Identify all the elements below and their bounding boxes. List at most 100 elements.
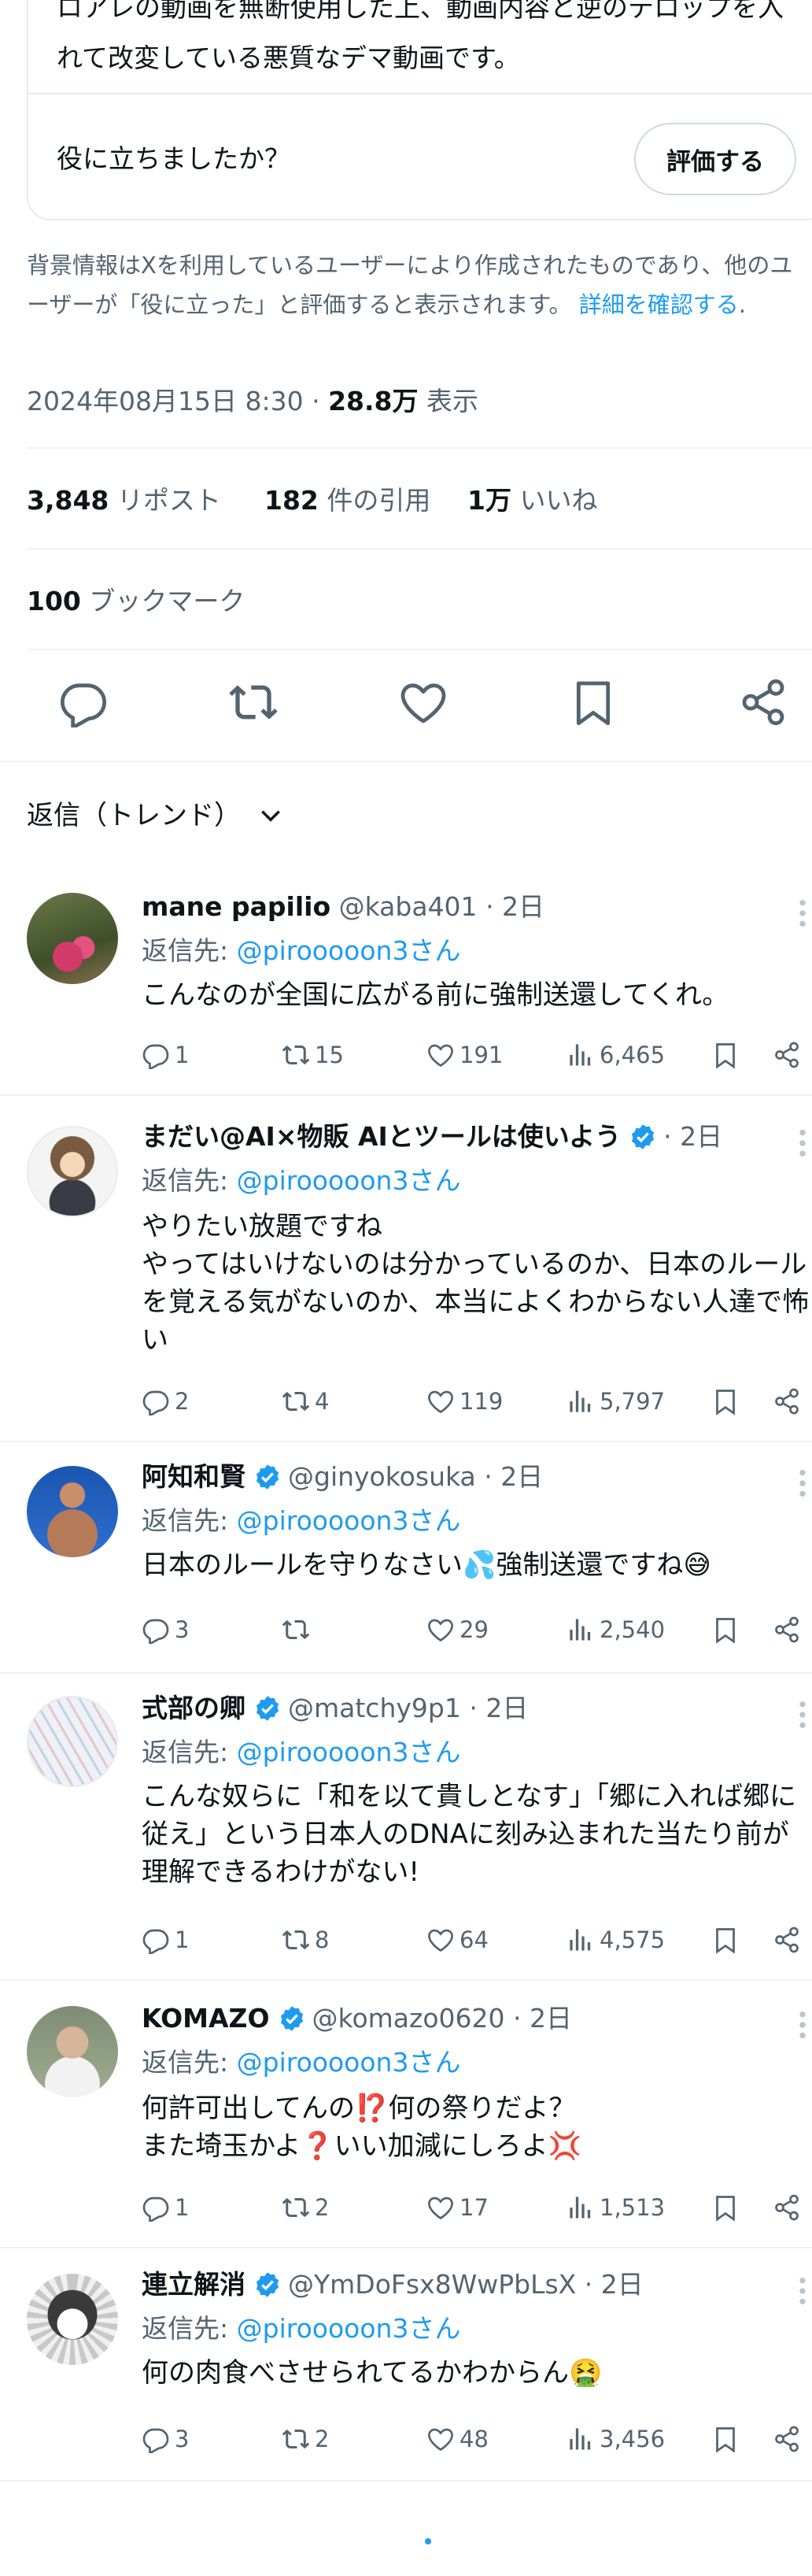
bookmark-icon[interactable] bbox=[711, 2425, 740, 2453]
reply-author-handle[interactable]: @ginyokosuka bbox=[288, 1458, 476, 1496]
reply-time[interactable]: · 2日 bbox=[663, 1118, 722, 1156]
reply-author-name[interactable]: 連立解消 bbox=[142, 2266, 245, 2304]
divider bbox=[27, 447, 812, 449]
reply-reply-button[interactable]: 3 bbox=[142, 2422, 189, 2456]
bookmark-icon[interactable] bbox=[711, 2193, 740, 2222]
reply-reply-button[interactable]: 1 bbox=[142, 1923, 189, 1957]
reply-item[interactable]: 連立解消 @YmDoFsx8WwPbLsX · 2日 返信先: @piroooοo… bbox=[0, 2248, 812, 2482]
reply-time[interactable]: · 2日 bbox=[585, 2266, 644, 2304]
reply-item[interactable]: まだい@AI×物販 AIとツールは使いよう · 2日 返信先: @piroooοo… bbox=[0, 1096, 812, 1442]
repost-button[interactable] bbox=[228, 677, 279, 727]
avatar[interactable] bbox=[27, 1696, 118, 1787]
like-button[interactable] bbox=[398, 677, 448, 727]
likes-stat[interactable]: 1万 いいね bbox=[467, 482, 597, 520]
bookmark-button[interactable] bbox=[568, 677, 618, 727]
bookmarks-stat[interactable]: 100 ブックマーク bbox=[27, 583, 245, 620]
share-button[interactable] bbox=[738, 677, 788, 727]
reply-like-button[interactable]: 29 bbox=[426, 1612, 489, 1647]
more-icon[interactable] bbox=[793, 1699, 812, 1730]
reply-reply-button[interactable]: 2 bbox=[142, 1384, 189, 1419]
more-icon[interactable] bbox=[793, 2009, 812, 2041]
reply-views-button[interactable]: 4,575 bbox=[567, 1923, 665, 1957]
reply-repost-button[interactable]: 2 bbox=[282, 2190, 329, 2225]
reply-item[interactable]: 阿知和賢 @ginyokosuka · 2日 返信先: @piroooοon3さん… bbox=[0, 1442, 812, 1674]
reply-time[interactable]: · 2日 bbox=[469, 1690, 528, 1727]
reply-like-button[interactable]: 119 bbox=[426, 1384, 503, 1419]
share-icon[interactable] bbox=[773, 1041, 801, 1069]
avatar[interactable] bbox=[27, 2274, 118, 2365]
repost-icon bbox=[282, 2197, 310, 2218]
share-icon[interactable] bbox=[773, 1616, 801, 1644]
reposts-stat[interactable]: 3,848 リポスト bbox=[27, 482, 221, 520]
reply-author-handle[interactable]: @YmDoFsx8WwPbLsX bbox=[288, 2266, 576, 2304]
reply-like-button[interactable]: 17 bbox=[426, 2190, 489, 2225]
reply-icon bbox=[142, 1929, 169, 1954]
avatar[interactable] bbox=[27, 2006, 118, 2097]
reply-author-name[interactable]: 阿知和賢 bbox=[142, 1458, 245, 1496]
view-count: 3,456 bbox=[600, 2426, 666, 2452]
more-icon[interactable] bbox=[793, 1468, 812, 1499]
reply-to-handle[interactable]: @piroooοon3さん bbox=[237, 1737, 461, 1767]
avatar[interactable] bbox=[27, 1466, 118, 1557]
views-count: 28.8万 bbox=[328, 386, 419, 416]
loading-indicator bbox=[425, 2538, 431, 2545]
reply-repost-button[interactable]: 8 bbox=[282, 1923, 329, 1957]
reply-to-handle[interactable]: @piroooοon3さん bbox=[237, 2047, 461, 2078]
bookmark-icon[interactable] bbox=[711, 1387, 740, 1416]
post-datetime[interactable]: 2024年08月15日 8:30 bbox=[27, 386, 304, 416]
reply-to-handle[interactable]: @piroooοon3さん bbox=[237, 1165, 461, 1196]
more-icon[interactable] bbox=[793, 898, 812, 929]
reply-item[interactable]: 式部の卿 @matchy9p1 · 2日 返信先: @piroooοon3さん こ… bbox=[0, 1674, 812, 1981]
replies-sort-dropdown[interactable]: 返信（トレンド） bbox=[27, 795, 283, 836]
bookmark-icon[interactable] bbox=[711, 1926, 740, 1954]
reply-to-handle[interactable]: @piroooοon3さん bbox=[237, 2313, 461, 2344]
reply-to-handle[interactable]: @piroooοon3さん bbox=[237, 1505, 461, 1536]
reply-repost-button[interactable]: 4 bbox=[282, 1384, 329, 1419]
more-icon[interactable] bbox=[793, 2275, 812, 2307]
reply-author-name[interactable]: 式部の卿 bbox=[142, 1690, 245, 1727]
reply-reply-button[interactable]: 1 bbox=[142, 1038, 189, 1072]
reply-repost-button[interactable] bbox=[282, 1612, 315, 1647]
reply-repost-button[interactable]: 15 bbox=[282, 1038, 344, 1072]
share-icon[interactable] bbox=[773, 2193, 801, 2222]
reply-like-button[interactable]: 64 bbox=[426, 1923, 489, 1957]
bookmark-icon[interactable] bbox=[711, 1041, 740, 1069]
bookmark-icon[interactable] bbox=[711, 1616, 740, 1644]
avatar[interactable] bbox=[27, 893, 118, 984]
reply-reply-button[interactable]: 3 bbox=[142, 1612, 189, 1647]
reply-views-button[interactable]: 6,465 bbox=[567, 1038, 665, 1072]
reply-repost-button[interactable]: 2 bbox=[282, 2422, 329, 2456]
share-icon[interactable] bbox=[773, 2425, 801, 2453]
more-icon[interactable] bbox=[793, 1127, 812, 1159]
reply-views-button[interactable]: 3,456 bbox=[567, 2422, 665, 2456]
quotes-stat[interactable]: 182 件の引用 bbox=[264, 482, 430, 520]
reply-views-button[interactable]: 1,513 bbox=[567, 2190, 665, 2225]
rate-note-button[interactable]: 評価する bbox=[634, 123, 796, 195]
reply-reply-button[interactable]: 1 bbox=[142, 2190, 189, 2225]
reply-button[interactable] bbox=[58, 677, 109, 727]
reply-views-button[interactable]: 5,797 bbox=[567, 1384, 665, 1419]
reply-time[interactable]: · 2日 bbox=[485, 888, 544, 926]
reply-like-button[interactable]: 48 bbox=[426, 2422, 489, 2456]
reply-to-handle[interactable]: @piroooοon3さん bbox=[237, 935, 461, 966]
share-icon[interactable] bbox=[773, 1926, 801, 1954]
reply-author-name[interactable]: mane papilio bbox=[142, 888, 330, 926]
reply-item[interactable]: KOMAZO @komazo0620 · 2日 返信先: @piroooοon3さ… bbox=[0, 1981, 812, 2248]
verified-badge-icon bbox=[632, 1124, 655, 1149]
reply-author-handle[interactable]: @komazo0620 bbox=[312, 2000, 505, 2037]
share-icon[interactable] bbox=[773, 1387, 801, 1416]
reply-like-button[interactable]: 191 bbox=[426, 1038, 503, 1072]
reply-views-button[interactable]: 2,540 bbox=[567, 1612, 665, 1647]
reply-to-prefix: 返信先: bbox=[142, 1505, 229, 1536]
reply-to-prefix: 返信先: bbox=[142, 1737, 229, 1767]
reply-author-handle[interactable]: @kaba401 bbox=[339, 888, 478, 926]
reply-time[interactable]: · 2日 bbox=[513, 2000, 572, 2037]
learn-more-link[interactable]: 詳細を確認する bbox=[579, 291, 739, 318]
reply-author-name[interactable]: KOMAZO bbox=[142, 2000, 270, 2037]
reply-time[interactable]: · 2日 bbox=[484, 1458, 543, 1496]
reply-item[interactable]: mane papilio @kaba401 · 2日 返信先: @piroooο… bbox=[0, 866, 812, 1096]
avatar[interactable] bbox=[27, 1126, 118, 1217]
views-icon bbox=[570, 2197, 591, 2219]
reply-author-handle[interactable]: @matchy9p1 bbox=[288, 1690, 461, 1727]
reply-author-name[interactable]: まだい@AI×物販 AIとツールは使いよう bbox=[142, 1118, 621, 1156]
